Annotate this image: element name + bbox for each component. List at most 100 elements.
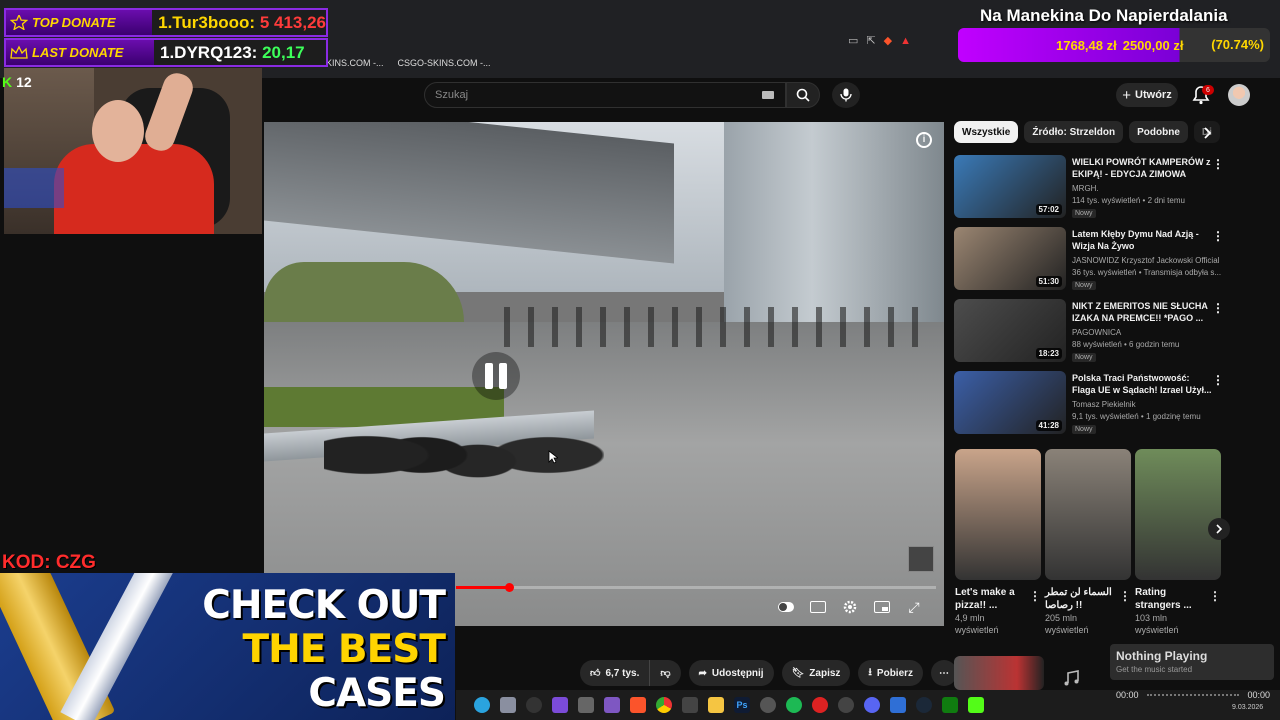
shorts-next-button[interactable] [1208,518,1230,540]
brave-shield-icon[interactable]: ◆ [884,34,892,47]
miniplayer-icon[interactable] [872,598,892,616]
red-app-icon[interactable] [812,697,828,713]
kick-app-icon[interactable] [968,697,984,713]
telegram-icon[interactable] [474,697,490,713]
cube-app-icon[interactable] [578,697,594,713]
photoshop-icon[interactable]: Ps [734,697,750,713]
install-icon[interactable]: ▭ [848,34,858,47]
recommendation-thumbnail[interactable]: 51:30 [954,227,1066,290]
obs-icon[interactable] [838,697,854,713]
star-icon [10,15,28,30]
music-widget[interactable]: Nothing Playing Get the music started [1110,644,1274,680]
thumbs-down-icon: 👎︎ [660,668,671,679]
short-item[interactable]: Let's make a pizza!! ... 4,9 mln wyświetl… [955,449,1041,636]
recommendation-channel[interactable]: MRGH. [1072,184,1222,193]
chevron-right-icon [1216,524,1223,534]
chip-all[interactable]: Wszystkie [954,121,1019,143]
short-thumbnail[interactable] [955,449,1041,580]
more-options-icon[interactable]: ⋮ [1212,301,1224,315]
steam-icon[interactable] [916,697,932,713]
discord-icon[interactable] [864,697,880,713]
pause-indicator[interactable] [472,352,520,400]
short-item[interactable]: السماء لن تمطر رصاصا !! 205 mln wyświetle… [1045,449,1131,636]
file-explorer-icon[interactable] [708,697,724,713]
recommendation-channel[interactable]: Tomasz Piekielnik [1072,400,1222,409]
short-item[interactable]: Rating strangers ... 103 mln wyświetleń ⋮ [1135,449,1221,636]
more-options-icon[interactable]: ⋮ [1119,589,1131,603]
music-note-icon[interactable] [1062,668,1082,688]
music-seek-bar[interactable] [1146,694,1240,696]
brave-browser-icon[interactable] [630,697,646,713]
recommendation-item[interactable]: 41:28 Polska Traci Państwowość: Flaga UE … [954,371,1224,435]
short-views: 4,9 mln wyświetleń [955,613,999,635]
search-input[interactable]: Szukaj [424,82,786,108]
create-button[interactable]: + Utwórz [1116,83,1178,107]
recommendation-thumbnail[interactable]: 18:23 [954,299,1066,362]
account-avatar[interactable] [1228,84,1250,106]
more-options-icon[interactable]: ⋮ [1029,589,1041,603]
microphone-icon [840,88,852,102]
brave-rewards-icon[interactable]: ▲ [900,35,911,47]
kick-logo-icon: K [2,74,13,90]
video-scrubber-handle[interactable] [504,583,514,592]
more-shorts-thumbnail[interactable] [954,656,1044,690]
info-icon[interactable]: i [916,132,932,148]
share-button[interactable]: ➦ Udostępnij [688,660,774,686]
keyboard-icon[interactable] [762,91,774,99]
channel-watermark[interactable] [908,546,934,572]
spotify-icon[interactable] [786,697,802,713]
recommendation-item[interactable]: 57:02 WIELKI POWRÓT KAMPERÓW z EKIPĄ! - E… [954,155,1224,219]
more-options-icon[interactable]: ⋮ [1212,229,1224,243]
chip-similar[interactable]: Podobne [1129,121,1188,143]
short-thumbnail[interactable] [1135,449,1221,580]
recommendation-item[interactable]: 18:23 NIKT Z EMERITOS NIE SŁUCHA IZAKA NA… [954,299,1224,363]
chrome-icon[interactable] [656,697,672,713]
save-label: Zapisz [809,667,841,679]
recommendation-thumbnail[interactable]: 57:02 [954,155,1066,218]
recommendation-channel[interactable]: PAGOWNICA [1072,328,1222,337]
short-thumbnail[interactable] [1045,449,1131,580]
share-icon[interactable]: ⇱ [866,34,875,47]
purple-app-icon[interactable] [552,697,568,713]
recommendation-item[interactable]: 51:30 Latem Kłęby Dymu Nad Azją - Wizja N… [954,227,1224,291]
save-button[interactable]: 🔖︎ Zapisz [781,660,851,686]
subtitles-icon[interactable] [808,598,828,616]
fullscreen-icon[interactable]: ⤢ [904,598,924,616]
recommendation-thumbnail[interactable]: 41:28 [954,371,1066,434]
chevron-right-icon[interactable] [1200,126,1214,140]
download-button[interactable]: ⭳ Pobierz [858,660,924,686]
recommendation-title[interactable]: NIKT Z EMERITOS NIE SŁUCHA IZAKA NA PREM… [1072,300,1212,324]
more-options-icon[interactable]: ⋮ [1209,589,1221,603]
short-title[interactable]: Rating strangers ... [1135,586,1209,612]
vscode-icon[interactable] [604,697,620,713]
xbox-icon[interactable] [942,697,958,713]
video-player[interactable] [264,122,944,626]
last-donate-user: 1.DYRQ123: [160,42,258,62]
music-title: Nothing Playing [1116,649,1208,663]
recommendation-title[interactable]: WIELKI POWRÓT KAMPERÓW z EKIPĄ! - EDYCJA… [1072,156,1212,180]
bookmark-item[interactable]: CSGO-SKINS.COM -... [398,58,491,68]
recommendation-title[interactable]: Polska Traci Państwowość: Flaga UE w Sąd… [1072,372,1212,396]
voice-search-button[interactable] [832,82,860,108]
bookmark-item[interactable]: SKINS.COM -... [320,58,384,68]
sword-app-icon[interactable] [526,697,542,713]
mouse-cursor-icon [548,450,558,464]
more-options-icon[interactable]: ⋮ [1212,373,1224,387]
search-button[interactable] [786,82,820,108]
settings-gear-icon[interactable] [840,598,860,616]
dislike-button[interactable]: 👎︎ [649,660,681,686]
more-options-icon[interactable]: ⋮ [1212,157,1224,171]
chip-source[interactable]: Źródło: Strzeldon [1024,121,1124,143]
autoplay-toggle-icon[interactable] [776,598,796,616]
gear-app-icon[interactable] [760,697,776,713]
short-title[interactable]: Let's make a pizza!! ... [955,586,1029,612]
recommendation-title[interactable]: Latem Kłęby Dymu Nad Azją - Wizja Na Żyw… [1072,228,1212,252]
like-button[interactable]: 👍︎ 6,7 tys. [580,660,650,686]
video-progress-bar[interactable] [456,586,936,589]
recommendation-channel[interactable]: JASNOWIDZ Krzysztof Jackowski Official [1072,256,1222,265]
app-grid-icon[interactable] [682,697,698,713]
short-title[interactable]: السماء لن تمطر رصاصا !! [1045,586,1119,612]
camera-app-icon[interactable] [500,697,516,713]
blue-app-icon[interactable] [890,697,906,713]
short-views: 103 mln wyświetleń [1135,613,1179,635]
